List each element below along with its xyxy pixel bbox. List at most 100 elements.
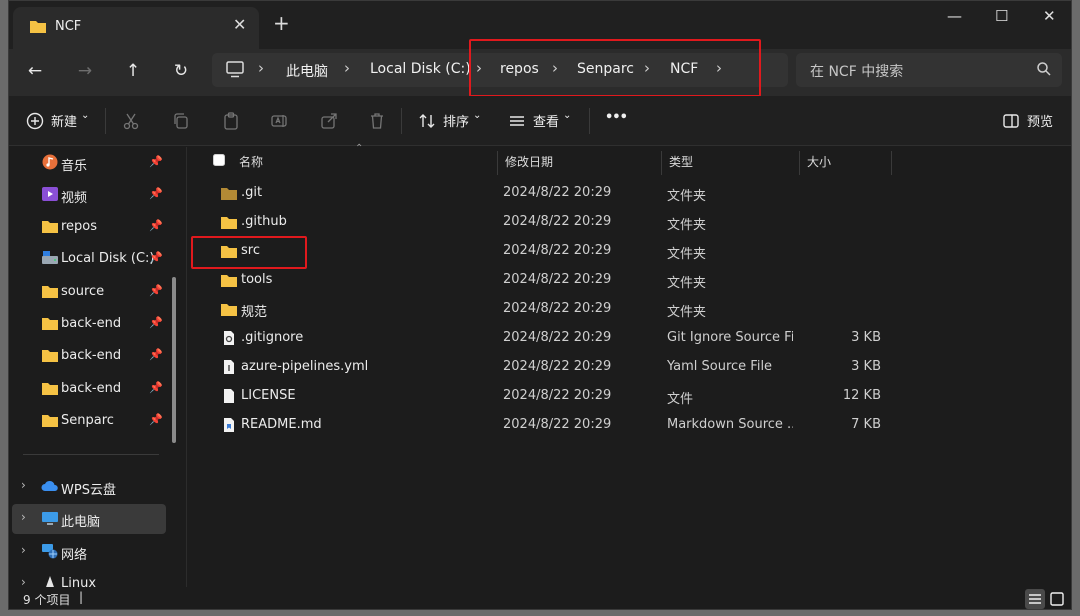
table-row[interactable]: tools 2024/8/22 20:29 文件夹 (187, 266, 893, 295)
refresh-button[interactable]: ↻ (169, 59, 193, 83)
maximize-button[interactable]: ☐ (995, 7, 1008, 25)
folder-icon (221, 217, 237, 229)
column-header-type[interactable]: 类型 (669, 153, 693, 181)
preview-button[interactable]: 预览 (1027, 111, 1053, 130)
tiles-view-button[interactable] (1047, 589, 1067, 609)
breadcrumb-this-pc[interactable]: 此电脑 (286, 61, 328, 81)
table-row[interactable]: .git 2024/8/22 20:29 文件夹 (187, 179, 893, 208)
sidebar-divider (23, 454, 159, 455)
back-button[interactable]: ← (23, 59, 47, 83)
rename-icon[interactable] (269, 111, 289, 131)
table-row[interactable]: .github 2024/8/22 20:29 文件夹 (187, 208, 893, 237)
pin-icon: 📌 (149, 348, 163, 361)
folder-icon (221, 275, 237, 287)
folder-icon (221, 304, 237, 316)
pin-icon: 📌 (149, 219, 163, 232)
tiles-view-icon (1050, 592, 1064, 606)
table-row[interactable]: .gitignore 2024/8/22 20:29 Git Ignore So… (187, 324, 893, 353)
markdown-file-icon (224, 418, 234, 432)
pin-icon: 📌 (149, 251, 163, 264)
sidebar-item-video[interactable]: 视频 📌 (9, 180, 169, 210)
table-row[interactable]: README.md 2024/8/22 20:29 Markdown Sourc… (187, 411, 893, 440)
sidebar-item-back-end-1[interactable]: back-end 📌 (9, 309, 169, 339)
tab-ncf[interactable]: NCF ✕ (13, 7, 259, 49)
chevron-down-icon: ⌄ (563, 110, 572, 121)
sidebar-scrollbar[interactable] (172, 277, 176, 443)
sidebar-item-music[interactable]: 音乐 📌 (9, 148, 169, 178)
cloud-icon (41, 480, 58, 491)
status-separator: | (79, 590, 84, 604)
copy-icon[interactable] (171, 111, 191, 131)
folder-icon (42, 221, 58, 233)
column-divider[interactable] (799, 151, 800, 175)
preview-pane-icon (1003, 114, 1019, 128)
table-row[interactable]: LICENSE 2024/8/22 20:29 文件 12 KB (187, 382, 893, 411)
sidebar-item-local-disk[interactable]: Local Disk (C:) 📌 (9, 244, 169, 274)
chevron-right-icon[interactable]: › (21, 478, 26, 492)
chevron-right-icon[interactable]: › (21, 575, 26, 587)
close-window-button[interactable]: ✕ (1043, 7, 1056, 25)
explorer-window: NCF ✕ + — ☐ ✕ ← → ↑ ↻ › 此电脑 › Local Disk… (8, 0, 1072, 610)
select-all-checkbox[interactable] (213, 154, 225, 166)
column-header-date[interactable]: 修改日期 (505, 153, 553, 181)
item-count: 9 个项目 (23, 593, 71, 607)
pin-icon: 📌 (149, 155, 163, 168)
music-icon (42, 154, 58, 170)
pin-icon: 📌 (149, 381, 163, 394)
forward-button[interactable]: → (73, 59, 97, 83)
search-icon (1037, 62, 1051, 76)
breadcrumb-local-disk[interactable]: Local Disk (C:) (370, 61, 471, 77)
minimize-button[interactable]: — (947, 7, 962, 25)
command-bar: 新建 ⌄ 排序 ⌄ 查看 ⌄ ••• 预览 (9, 96, 1071, 146)
tab-close-button[interactable]: ✕ (233, 15, 246, 34)
sidebar-item-back-end-2[interactable]: back-end 📌 (9, 341, 169, 371)
yaml-file-icon (224, 360, 234, 374)
new-button[interactable]: 新建 (51, 111, 77, 130)
sort-ascending-icon: ⌃ (355, 143, 364, 154)
sidebar-item-source[interactable]: source 📌 (9, 277, 169, 307)
sidebar-item-this-pc[interactable]: › 此电脑 (12, 504, 166, 534)
sidebar-item-senparc[interactable]: Senparc 📌 (9, 406, 169, 436)
file-list: 名称 ⌃ 修改日期 类型 大小 .git 2024/8/22 20:29 文件夹… (187, 143, 1071, 587)
cut-icon[interactable] (121, 111, 141, 131)
sidebar-item-network[interactable]: › 网络 (9, 537, 169, 567)
folder-dim-icon (221, 188, 237, 200)
new-tab-button[interactable]: + (273, 13, 290, 33)
chevron-right-icon: › (344, 59, 350, 77)
column-divider[interactable] (891, 151, 892, 175)
folder-icon (30, 21, 46, 33)
sidebar-item-back-end-3[interactable]: back-end 📌 (9, 374, 169, 404)
column-divider[interactable] (497, 151, 498, 175)
folder-icon (42, 318, 58, 330)
column-divider[interactable] (661, 151, 662, 175)
pin-icon: 📌 (149, 413, 163, 426)
sidebar-item-repos[interactable]: repos 📌 (9, 212, 169, 242)
navigation-pane: 音乐 📌 视频 📌 repos 📌 Local Disk (C:) 📌 sour… (9, 147, 177, 587)
search-input[interactable]: 在 NCF 中搜索 (796, 53, 1062, 87)
computer-icon (226, 61, 244, 78)
table-row[interactable]: 规范 2024/8/22 20:29 文件夹 (187, 295, 893, 324)
delete-icon[interactable] (367, 111, 387, 131)
table-row[interactable]: azure-pipelines.yml 2024/8/22 20:29 Yaml… (187, 353, 893, 382)
highlight-box-breadcrumb (469, 39, 761, 97)
share-icon[interactable] (319, 111, 339, 131)
details-view-icon (1029, 594, 1041, 604)
chevron-right-icon[interactable]: › (21, 510, 26, 524)
folder-icon (42, 286, 58, 298)
file-icon (224, 389, 234, 403)
details-view-button[interactable] (1025, 589, 1045, 609)
sort-icon (419, 114, 435, 128)
column-header-name[interactable]: 名称 (239, 153, 263, 181)
chevron-right-icon: › (258, 59, 264, 77)
sidebar-item-linux[interactable]: › Linux (9, 569, 169, 587)
column-header-size[interactable]: 大小 (807, 153, 831, 181)
sidebar-item-wps-cloud[interactable]: › WPS云盘 (9, 472, 169, 502)
paste-icon[interactable] (221, 111, 241, 131)
up-button[interactable]: ↑ (121, 59, 145, 83)
toolbar-divider (401, 108, 402, 134)
sort-button[interactable]: 排序 (443, 111, 469, 130)
chevron-down-icon: ⌄ (473, 110, 482, 121)
view-button[interactable]: 查看 (533, 111, 559, 130)
more-options-button[interactable]: ••• (605, 110, 628, 125)
chevron-right-icon[interactable]: › (21, 543, 26, 557)
